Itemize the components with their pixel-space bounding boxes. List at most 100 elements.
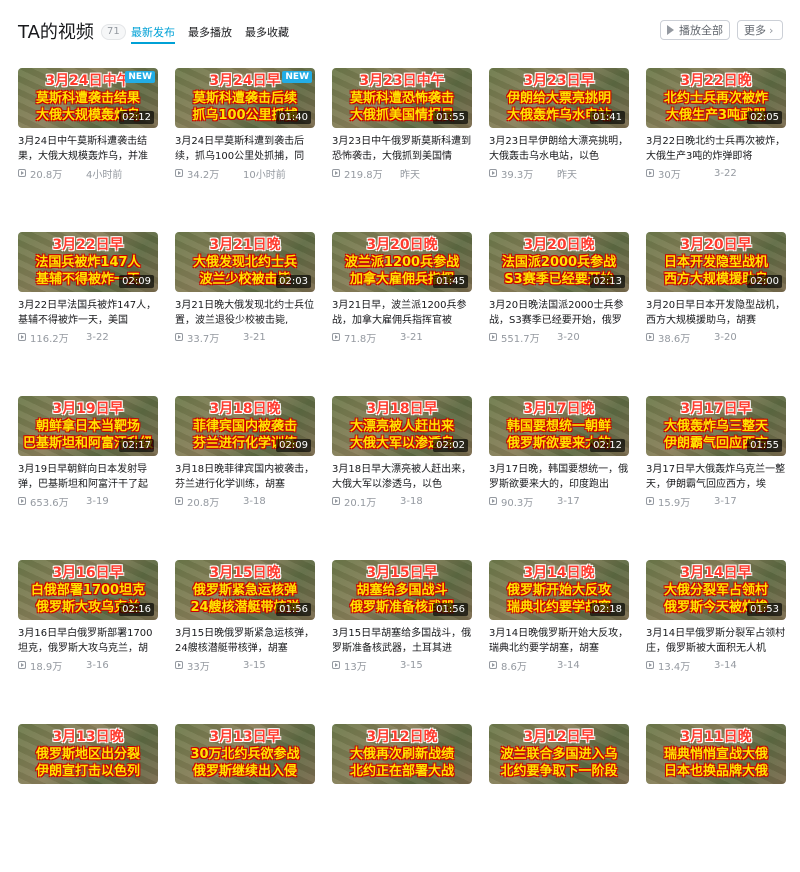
video-card[interactable]: 3月24日中午 莫斯科遭袭击结果 大俄大规模轰炸乌 NEW 02:12 3月24… (18, 68, 158, 216)
video-card[interactable]: 3月22日早 法国兵被炸147人 基辅不得被炸一天 02:09 3月22日早法国… (18, 232, 158, 380)
video-card[interactable]: 3月17日早 大俄轰炸乌三整天 伊朗霸气回应西方 01:55 3月17日早大俄轰… (646, 396, 786, 544)
video-thumbnail[interactable]: 3月23日早 伊朗给大票亮挑明 大俄轰炸乌水电站 01:41 (489, 68, 629, 128)
play-all-button[interactable]: 播放全部 (660, 20, 730, 40)
thumbnail-date-text: 3月19日早 (52, 400, 124, 417)
video-title-link[interactable]: 3月14日早俄罗斯分裂军占领村庄，俄罗斯被大面积无人机 (646, 626, 786, 656)
video-thumbnail[interactable]: 3月18日早 大漂亮被人赶出来 大俄大军以渗透乌 02:02 (332, 396, 472, 456)
video-card[interactable]: 3月18日晚 菲律宾国内被袭击 芬兰进行化学训练 02:09 3月18日晚菲律宾… (175, 396, 315, 544)
video-duration: 01:45 (433, 275, 468, 288)
video-thumbnail[interactable]: 3月22日晚 北约士兵再次被炸 大俄生产3吨武器 02:05 (646, 68, 786, 128)
video-title-link[interactable]: 3月14日晚俄罗斯开始大反攻，瑞典北约要学胡塞，胡塞 (489, 626, 629, 656)
play-count-icon (175, 333, 183, 341)
video-card[interactable]: 3月14日早 大俄分裂军占领村 俄罗斯今天被炸惨 01:53 3月14日早俄罗斯… (646, 560, 786, 708)
video-thumbnail[interactable]: 3月17日晚 韩国要想统一朝鲜 俄罗斯欲要来大的 02:12 (489, 396, 629, 456)
video-card[interactable]: 3月18日早 大漂亮被人赶出来 大俄大军以渗透乌 02:02 3月18日早大漂亮… (332, 396, 472, 544)
thumbnail-headline-1: 波兰联合多国进入乌 (500, 746, 618, 762)
play-count-icon (175, 169, 183, 177)
video-title-link[interactable]: 3月20日早日本开发隐型战机，西方大规模援助乌，胡赛 (646, 298, 786, 328)
publish-date: 3-15 (243, 659, 266, 671)
video-thumbnail[interactable]: 3月24日中午 莫斯科遭袭击结果 大俄大规模轰炸乌 NEW 02:12 (18, 68, 158, 128)
thumbnail-date-text: 3月24日早 (209, 72, 281, 89)
video-thumbnail[interactable]: 3月14日早 大俄分裂军占领村 俄罗斯今天被炸惨 01:53 (646, 560, 786, 620)
video-title-link[interactable]: 3月23日早伊朗给大漂亮挑明，大俄轰击乌水电站，以色 (489, 134, 629, 164)
video-card[interactable]: 3月13日早 30万北约兵欲参战 俄罗斯继续出入侵 (175, 724, 315, 872)
view-count: 15.9万 (658, 497, 691, 509)
video-thumbnail[interactable]: 3月15日早 胡塞给多国战斗 俄罗斯准备核武器 01:56 (332, 560, 472, 620)
video-title-link[interactable]: 3月22日早法国兵被炸147人，基辅不得被炸一天，美国 (18, 298, 158, 328)
video-card[interactable]: 3月24日早 莫斯科遭袭击后续 抓乌100公里抓捕 NEW 01:40 3月24… (175, 68, 315, 216)
video-card[interactable]: 3月17日晚 韩国要想统一朝鲜 俄罗斯欲要来大的 02:12 3月17日晚，韩国… (489, 396, 629, 544)
video-title-link[interactable]: 3月17日晚，韩国要想统一，俄罗斯欲要来大的，印度跑出 (489, 462, 629, 492)
video-thumbnail[interactable]: 3月20日晚 法国派2000兵参战 S3赛季已经要开始 02:13 (489, 232, 629, 292)
video-thumbnail[interactable]: 3月15日晚 俄罗斯紧急运核弹 24艘核潜艇带核弹 01:56 (175, 560, 315, 620)
video-card[interactable]: 3月15日晚 俄罗斯紧急运核弹 24艘核潜艇带核弹 01:56 3月15日晚俄罗… (175, 560, 315, 708)
video-thumbnail[interactable]: 3月19日早 朝鲜拿日本当靶场 巴基斯坦和阿富汗升级 02:17 (18, 396, 158, 456)
more-label: 更多 (744, 24, 766, 37)
video-card[interactable]: 3月16日早 白俄部署1700坦克 俄罗斯大攻乌克兰 02:16 3月16日早白… (18, 560, 158, 708)
more-button[interactable]: 更多 › (737, 20, 783, 40)
tab-latest[interactable]: 最新发布 (131, 24, 175, 44)
video-title-link[interactable]: 3月16日早白俄罗斯部署1700坦克，俄罗斯大攻乌克兰，胡 (18, 626, 158, 656)
view-count: 38.6万 (658, 333, 691, 345)
video-card[interactable]: 3月12日早 波兰联合多国进入乌 北约要争取下一阶段 (489, 724, 629, 872)
video-card[interactable]: 3月22日晚 北约士兵再次被炸 大俄生产3吨武器 02:05 3月22日晚北约士… (646, 68, 786, 216)
video-title-link[interactable]: 3月22日晚北约士兵再次被炸，大俄生产3吨的炸弹即将 (646, 134, 786, 164)
video-card[interactable]: 3月19日早 朝鲜拿日本当靶场 巴基斯坦和阿富汗升级 02:17 3月19日早朝… (18, 396, 158, 544)
video-thumbnail[interactable]: 3月11日晚 瑞典悄悄宣战大俄 日本也换品牌大俄 (646, 724, 786, 784)
video-card[interactable]: 3月14日晚 俄罗斯开始大反攻 瑞典北约要学胡塞 02:18 3月14日晚俄罗斯… (489, 560, 629, 708)
video-card[interactable]: 3月20日早 日本开发隐型战机 西方大规模援助乌 02:00 3月20日早日本开… (646, 232, 786, 380)
video-card[interactable]: 3月20日晚 法国派2000兵参战 S3赛季已经要开始 02:13 3月20日晚… (489, 232, 629, 380)
video-meta: 71.8万 3-21 (332, 330, 472, 345)
play-count-icon (18, 169, 26, 177)
video-card[interactable]: 3月12日晚 大俄再次刷新战绩 北约正在部署大战 (332, 724, 472, 872)
video-meta: 38.6万 3-20 (646, 330, 786, 345)
video-card[interactable]: 3月11日晚 瑞典悄悄宣战大俄 日本也换品牌大俄 (646, 724, 786, 872)
video-meta: 18.9万 3-16 (18, 658, 158, 673)
video-title-link[interactable]: 3月21日早，波兰派1200兵参战，加拿大雇佣兵指挥官被 (332, 298, 472, 328)
video-title-link[interactable]: 3月19日早朝鲜向日本发射导弹，巴基斯坦和阿富汗干了起 (18, 462, 158, 492)
video-card[interactable]: 3月13日晚 俄罗斯地区出分裂 伊朗宣打击以色列 (18, 724, 158, 872)
video-title-link[interactable]: 3月21日晚大俄发现北约士兵位置，波兰退役少校被击毙, (175, 298, 315, 328)
video-thumbnail[interactable]: 3月20日早 日本开发隐型战机 西方大规模援助乌 02:00 (646, 232, 786, 292)
video-thumbnail[interactable]: 3月18日晚 菲律宾国内被袭击 芬兰进行化学训练 02:09 (175, 396, 315, 456)
video-title-link[interactable]: 3月24日中午莫斯科遭袭击结果，大俄大规模轰炸乌，并准 (18, 134, 158, 164)
video-thumbnail[interactable]: 3月22日早 法国兵被炸147人 基辅不得被炸一天 02:09 (18, 232, 158, 292)
video-meta: 653.6万 3-19 (18, 494, 158, 509)
video-thumbnail[interactable]: 3月16日早 白俄部署1700坦克 俄罗斯大攻乌克兰 02:16 (18, 560, 158, 620)
play-count-icon (646, 661, 654, 669)
video-card[interactable]: 3月20日晚 波兰派1200兵参战 加拿大雇佣兵指挥 01:45 3月21日早，… (332, 232, 472, 380)
video-card[interactable]: 3月21日晚 大俄发现北约士兵 波兰少校被击毙 02:03 3月21日晚大俄发现… (175, 232, 315, 380)
video-duration: 02:17 (119, 439, 154, 452)
publish-date: 3-19 (86, 495, 109, 507)
video-thumbnail[interactable]: 3月14日晚 俄罗斯开始大反攻 瑞典北约要学胡塞 02:18 (489, 560, 629, 620)
video-thumbnail[interactable]: 3月13日晚 俄罗斯地区出分裂 伊朗宣打击以色列 (18, 724, 158, 784)
video-thumbnail[interactable]: 3月13日早 30万北约兵欲参战 俄罗斯继续出入侵 (175, 724, 315, 784)
video-thumbnail[interactable]: 3月23日中午 莫斯科遭恐怖袭击 大俄抓美国情报员 01:55 (332, 68, 472, 128)
video-duration: 01:40 (276, 111, 311, 124)
video-title-link[interactable]: 3月15日早胡塞给多国战斗，俄罗斯准备核武器，土耳其进 (332, 626, 472, 656)
tab-most-played[interactable]: 最多播放 (188, 24, 232, 42)
video-thumbnail[interactable]: 3月20日晚 波兰派1200兵参战 加拿大雇佣兵指挥 01:45 (332, 232, 472, 292)
thumbnail-title-overlay: 3月12日早 波兰联合多国进入乌 北约要争取下一阶段 (491, 726, 627, 782)
video-title-link[interactable]: 3月18日晚菲律宾国内被袭击，芬兰进行化学训练，胡塞 (175, 462, 315, 492)
video-thumbnail[interactable]: 3月21日晚 大俄发现北约士兵 波兰少校被击毙 02:03 (175, 232, 315, 292)
video-title-link[interactable]: 3月15日晚俄罗斯紧急运核弹，24艘核潜艇带核弹，胡塞 (175, 626, 315, 656)
video-title-link[interactable]: 3月17日早大俄轰炸乌克兰一整天，伊朗霸气回应西方，埃 (646, 462, 786, 492)
thumbnail-headline-1: 俄罗斯紧急运核弹 (192, 582, 297, 598)
video-title-link[interactable]: 3月18日早大漂亮被人赶出来，大俄大军以渗透乌，以色 (332, 462, 472, 492)
tab-most-favorited[interactable]: 最多收藏 (245, 24, 289, 42)
thumbnail-headline-1: 法国派2000兵参战 (501, 254, 617, 270)
video-card[interactable]: 3月23日早 伊朗给大票亮挑明 大俄轰炸乌水电站 01:41 3月23日早伊朗给… (489, 68, 629, 216)
video-thumbnail[interactable]: 3月24日早 莫斯科遭袭击后续 抓乌100公里抓捕 NEW 01:40 (175, 68, 315, 128)
video-thumbnail[interactable]: 3月12日早 波兰联合多国进入乌 北约要争取下一阶段 (489, 724, 629, 784)
play-icon (667, 25, 674, 35)
video-title-link[interactable]: 3月23日中午俄罗斯莫斯科遭到恐怖袭击，大俄抓到美国情 (332, 134, 472, 164)
video-card[interactable]: 3月23日中午 莫斯科遭恐怖袭击 大俄抓美国情报员 01:55 3月23日中午俄… (332, 68, 472, 216)
play-count-icon (489, 169, 497, 177)
video-title-link[interactable]: 3月20日晚法国派2000士兵参战，S3赛季已经要开始，俄罗 (489, 298, 629, 328)
video-thumbnail[interactable]: 3月17日早 大俄轰炸乌三整天 伊朗霸气回应西方 01:55 (646, 396, 786, 456)
video-card[interactable]: 3月15日早 胡塞给多国战斗 俄罗斯准备核武器 01:56 3月15日早胡塞给多… (332, 560, 472, 708)
video-title-link[interactable]: 3月24日早莫斯科遭到袭击后续，抓乌100公里处抓捕，同 (175, 134, 315, 164)
video-thumbnail[interactable]: 3月12日晚 大俄再次刷新战绩 北约正在部署大战 (332, 724, 472, 784)
thumbnail-date-text: 3月18日晚 (209, 400, 281, 417)
